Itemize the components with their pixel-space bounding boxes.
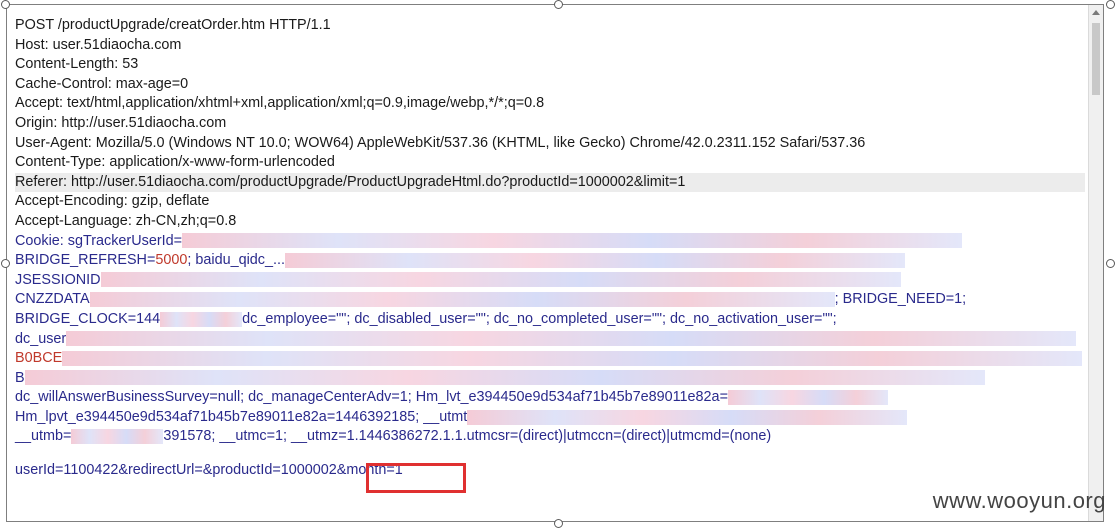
cookie-line-10: Hm_lpvt_e394450e9d534af71b45b7e89011e82a… bbox=[15, 408, 1085, 428]
bridge-clock-tail: dc_employee=""; dc_disabled_user=""; dc_… bbox=[242, 310, 837, 327]
header-accept: Accept: text/html,application/xhtml+xml,… bbox=[15, 95, 545, 112]
scroll-thumb[interactable] bbox=[1092, 23, 1100, 95]
cnzz-label: CNZZDATA bbox=[15, 291, 90, 308]
cookie-prefix: Cookie: sgTrackerUserId= bbox=[15, 232, 183, 249]
header-referer: Referer: http://user.51diaocha.com/produ… bbox=[15, 172, 1085, 193]
scroll-up-icon[interactable] bbox=[1092, 10, 1100, 15]
resize-handle[interactable] bbox=[1, 259, 10, 268]
header-accept-encoding: Accept-Encoding: gzip, deflate bbox=[15, 193, 210, 210]
redacted-block bbox=[467, 409, 908, 425]
redacted-block bbox=[182, 233, 963, 249]
cookie-line-9: dc_willAnswerBusinessSurvey=null; dc_man… bbox=[15, 388, 1085, 408]
cookie-line-3: JSESSIONID bbox=[15, 271, 1085, 291]
jsessionid-label: JSESSIONID bbox=[15, 271, 101, 288]
dc-user-label: dc_user bbox=[15, 330, 67, 347]
header-content-type: Content-Type: application/x-www-form-url… bbox=[15, 154, 335, 171]
resize-handle[interactable] bbox=[554, 519, 563, 528]
header-user-agent: User-Agent: Mozilla/5.0 (Windows NT 10.0… bbox=[15, 134, 866, 151]
watermark: www.wooyun.org bbox=[932, 488, 1106, 513]
bridge-refresh-label: BRIDGE_REFRESH= bbox=[15, 252, 156, 269]
redacted-block bbox=[160, 311, 243, 327]
resize-handle[interactable] bbox=[554, 0, 563, 9]
vertical-scrollbar[interactable] bbox=[1088, 5, 1103, 521]
bridge-clock-label: BRIDGE_CLOCK=144 bbox=[15, 310, 161, 327]
b-label: B bbox=[15, 369, 25, 386]
cookie-line-5: BRIDGE_CLOCK=144 dc_employee=""; dc_disab… bbox=[15, 310, 1085, 330]
header-accept-language: Accept-Language: zh-CN,zh;q=0.8 bbox=[15, 212, 237, 229]
cookie-line-7: B0BCE bbox=[15, 349, 1085, 369]
resize-handle[interactable] bbox=[1106, 259, 1115, 268]
redacted-block bbox=[66, 331, 1077, 347]
redacted-block bbox=[89, 292, 835, 308]
redacted-block bbox=[24, 370, 985, 386]
redacted-block bbox=[100, 272, 901, 288]
request-body: userId=1100422&redirectUrl=&productId=10… bbox=[15, 461, 1085, 481]
header-content-length: Content-Length: 53 bbox=[15, 56, 139, 73]
header-origin: Origin: http://user.51diaocha.com bbox=[15, 114, 227, 131]
cnzz-tail: ; BRIDGE_NEED=1; bbox=[834, 291, 967, 308]
b0-label: B0BCE bbox=[15, 350, 63, 367]
cookie-line-11: __utmb= 391578; __utmc=1; __utmz=1.144638… bbox=[15, 427, 1085, 447]
resize-handle[interactable] bbox=[1, 0, 10, 9]
cookie-line-1: Cookie: sgTrackerUserId= bbox=[15, 232, 1085, 252]
request-line: POST /productUpgrade/creatOrder.htm HTTP… bbox=[15, 17, 331, 33]
utmb-label: __utmb= bbox=[15, 428, 72, 445]
redacted-block bbox=[284, 252, 905, 268]
header-cache-control: Cache-Control: max-age=0 bbox=[15, 75, 189, 92]
redacted-block bbox=[71, 429, 164, 445]
header-host: Host: user.51diaocha.com bbox=[15, 36, 182, 53]
cookie-line-4: CNZZDATA ; BRIDGE_NEED=1; bbox=[15, 290, 1085, 310]
body-params: userId=1100422&redirectUrl=&productId=10… bbox=[15, 462, 347, 479]
cookie-line-6: dc_user bbox=[15, 330, 1085, 350]
request-text: POST /productUpgrade/creatOrder.htm HTTP… bbox=[15, 16, 1085, 481]
utmb-tail: 391578; __utmc=1; __utmz=1.1446386272.1.… bbox=[163, 428, 772, 445]
highlight-box bbox=[366, 463, 466, 493]
redacted-block bbox=[727, 389, 888, 405]
bridge-refresh-rest: ; baidu_qidc_... bbox=[187, 252, 285, 269]
http-request-viewer: POST /productUpgrade/creatOrder.htm HTTP… bbox=[6, 4, 1104, 522]
bridge-refresh-value: 5000 bbox=[155, 252, 188, 269]
cookie-line-8: B bbox=[15, 369, 1085, 389]
resize-handle[interactable] bbox=[1106, 0, 1115, 9]
cookie-line-2: BRIDGE_REFRESH=5000; baidu_qidc_... bbox=[15, 251, 1085, 271]
redacted-block bbox=[62, 350, 1083, 366]
will-answer-text: dc_willAnswerBusinessSurvey=null; dc_man… bbox=[15, 389, 728, 406]
hm-lpvt-text: Hm_lpvt_e394450e9d534af71b45b7e89011e82a… bbox=[15, 408, 468, 425]
